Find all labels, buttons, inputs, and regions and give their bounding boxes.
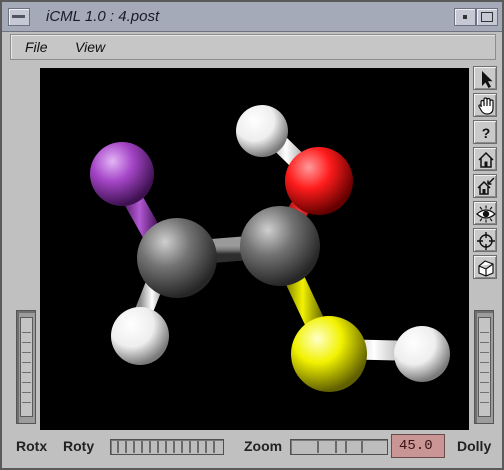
- arrow-cursor-icon: [482, 71, 493, 88]
- molecule-render: [90, 105, 450, 392]
- menu-file[interactable]: File: [25, 39, 48, 55]
- atom-hydrogen-1: [236, 105, 288, 157]
- home-with-arrow-icon: [477, 177, 495, 195]
- bottom-controls: Rotx Roty Zoom 45.0 Dolly: [2, 434, 502, 458]
- question-mark-icon: ?: [482, 125, 491, 141]
- rotx-slider[interactable]: [16, 310, 36, 424]
- zoom-label: Zoom: [244, 438, 283, 454]
- seek-tool-button[interactable]: [473, 228, 497, 252]
- atom-iodine: [90, 142, 154, 206]
- view-all-tool-button[interactable]: [473, 201, 497, 225]
- minimize-button[interactable]: [454, 8, 476, 26]
- dolly-slider-thumb[interactable]: [478, 317, 491, 417]
- menu-view[interactable]: View: [75, 39, 105, 55]
- menu-bar: File View: [10, 34, 496, 60]
- rotx-slider-thumb[interactable]: [20, 317, 33, 417]
- viewer-toolbar: ?: [473, 66, 499, 282]
- dolly-slider[interactable]: [474, 310, 494, 424]
- rotx-label: Rotx: [16, 438, 48, 454]
- atom-hydrogen-2: [111, 307, 169, 365]
- window-menu-icon: [12, 15, 25, 18]
- zoom-value-field[interactable]: 45.0: [391, 434, 445, 458]
- maximize-button[interactable]: [476, 8, 498, 26]
- molecule-viewer[interactable]: [40, 68, 469, 430]
- zoom-thumbwheel[interactable]: [290, 439, 388, 455]
- hand-tool-button[interactable]: [473, 93, 497, 117]
- crosshair-icon: [477, 232, 495, 250]
- dolly-label: Dolly: [457, 438, 492, 454]
- atom-sulfur: [291, 316, 367, 392]
- hand-icon: [478, 97, 494, 115]
- atom-hydrogen-3: [394, 326, 450, 382]
- roty-label: Roty: [63, 438, 95, 454]
- home-icon: [478, 151, 494, 168]
- app-window: iCML 1.0 : 4.post File View ? Rotx Roty …: [0, 0, 504, 470]
- perspective-cube-icon: [478, 260, 494, 277]
- title-bar[interactable]: iCML 1.0 : 4.post: [2, 2, 502, 32]
- window-menu-button[interactable]: [8, 8, 30, 26]
- svg-text:?: ?: [482, 125, 491, 141]
- atom-oxygen: [285, 147, 353, 215]
- atoms: [90, 105, 450, 392]
- minimize-icon: [463, 15, 467, 19]
- home-tool-button[interactable]: [473, 147, 497, 171]
- atom-carbon-2: [240, 206, 320, 286]
- set-home-tool-button[interactable]: [473, 174, 497, 198]
- window-title: iCML 1.0 : 4.post: [46, 8, 160, 25]
- projection-tool-button[interactable]: [473, 255, 497, 279]
- atom-carbon-1: [137, 218, 217, 298]
- help-tool-button[interactable]: ?: [473, 120, 497, 144]
- maximize-icon: [481, 12, 493, 22]
- roty-thumbwheel[interactable]: [110, 439, 224, 455]
- eye-icon: [476, 205, 496, 223]
- pointer-tool-button[interactable]: [473, 66, 497, 90]
